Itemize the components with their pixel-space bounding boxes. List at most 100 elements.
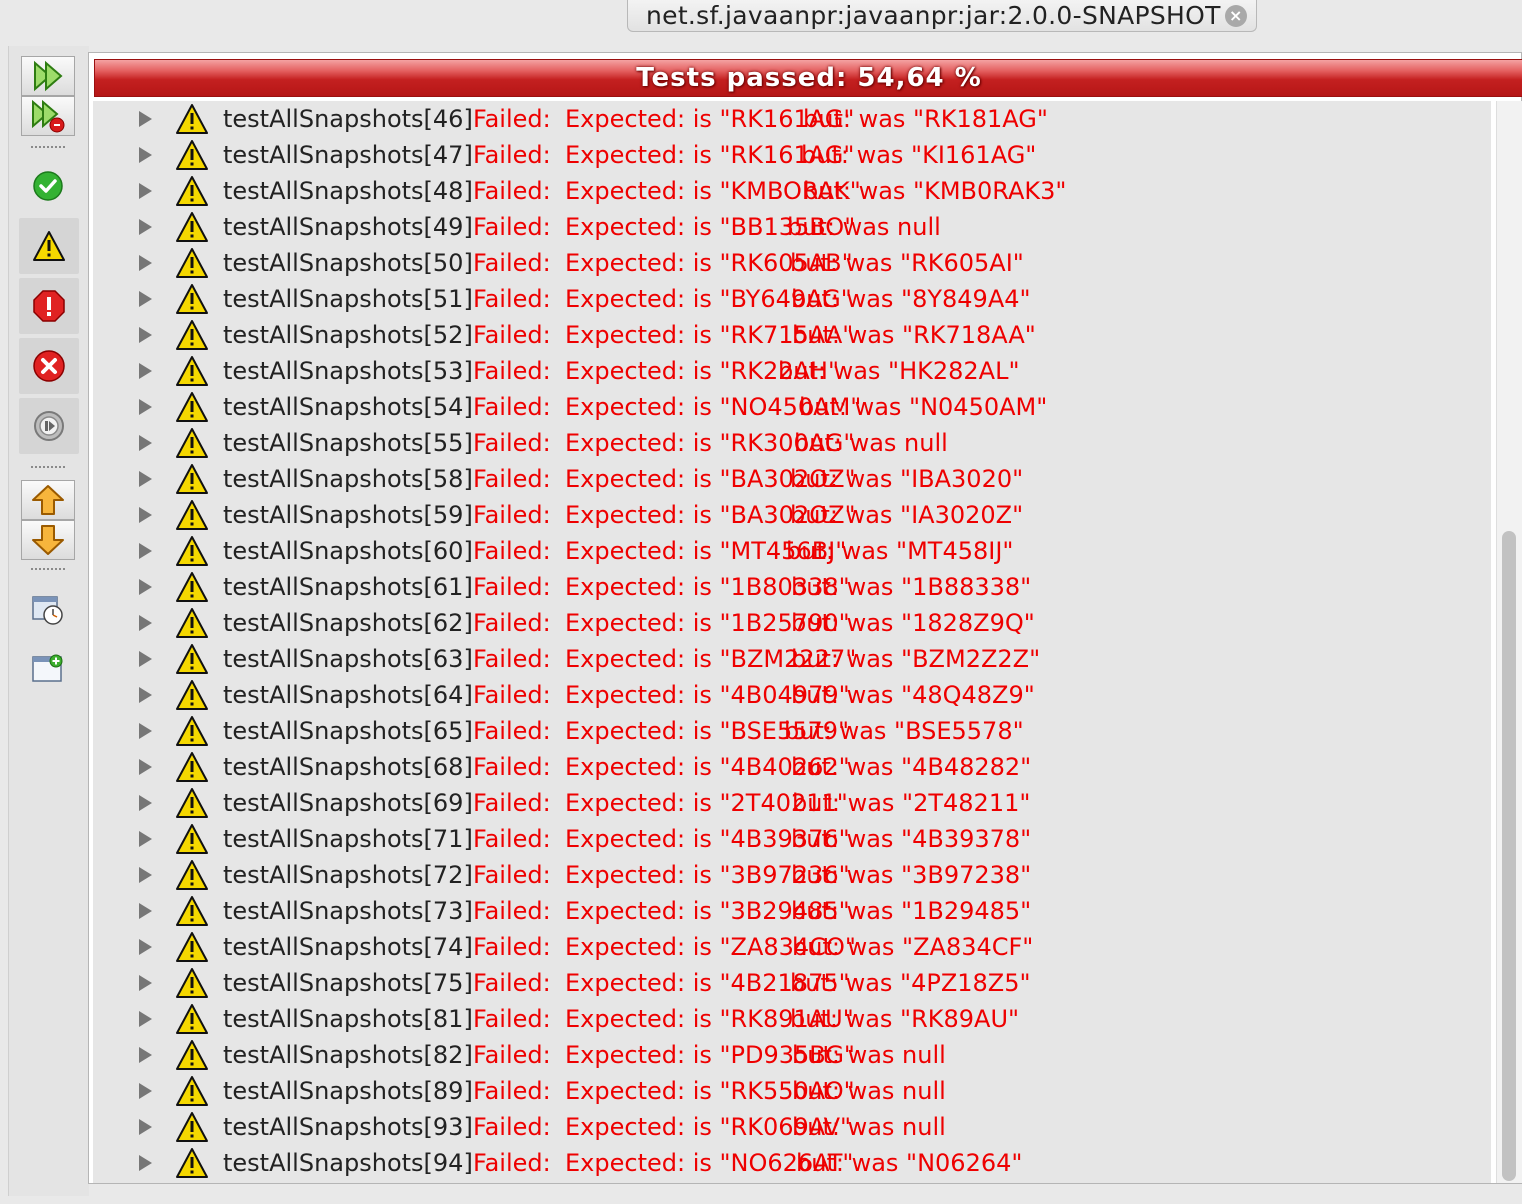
test-result-row[interactable]: testAllSnapshots[54] Failed: Expected: is … [93,389,1491,425]
test-result-row[interactable]: testAllSnapshots[51] Failed: Expected: is … [93,281,1491,317]
test-name: testAllSnapshots[61] [223,573,473,601]
check-icon [33,171,63,201]
test-status: Failed: [473,177,551,205]
expand-toggle-icon[interactable] [139,219,152,235]
expand-toggle-icon[interactable] [139,363,152,379]
test-name: testAllSnapshots[82] [223,1041,473,1069]
actual-value: but: was "KMB0RAK3" [803,177,1067,205]
test-result-row[interactable]: testAllSnapshots[60] Failed: Expected: is … [93,533,1491,569]
expand-toggle-icon[interactable] [139,615,152,631]
test-result-row[interactable]: testAllSnapshots[63] Failed: Expected: is … [93,641,1491,677]
scrollbar-thumb[interactable] [1502,531,1516,1181]
test-status: Failed: [473,141,551,169]
expand-toggle-icon[interactable] [139,399,152,415]
test-result-row[interactable]: testAllSnapshots[55] Failed: Expected: is … [93,425,1491,461]
test-result-row[interactable]: testAllSnapshots[61] Failed: Expected: is … [93,569,1491,605]
test-status: Failed: [473,825,551,853]
expand-toggle-icon[interactable] [139,975,152,991]
test-result-row[interactable]: testAllSnapshots[75] Failed: Expected: is … [93,965,1491,1001]
test-result-row[interactable]: testAllSnapshots[74] Failed: Expected: is … [93,929,1491,965]
expand-toggle-icon[interactable] [139,903,152,919]
actual-value: but: was null [792,1113,946,1141]
warning-icon [176,680,208,710]
test-history-button[interactable] [21,590,75,630]
expand-toggle-icon[interactable] [139,255,152,271]
next-failure-button[interactable] [21,520,75,560]
test-name: testAllSnapshots[52] [223,321,473,349]
test-result-row[interactable]: testAllSnapshots[69] Failed: Expected: is … [93,785,1491,821]
test-status: Failed: [473,429,551,457]
test-result-row[interactable]: testAllSnapshots[65] Failed: Expected: is … [93,713,1491,749]
expand-toggle-icon[interactable] [139,867,152,883]
test-status: Failed: [473,789,551,817]
expand-toggle-icon[interactable] [139,651,152,667]
test-result-row[interactable]: testAllSnapshots[59] Failed: Expected: is … [93,497,1491,533]
expand-toggle-icon[interactable] [139,183,152,199]
expand-toggle-icon[interactable] [139,543,152,559]
warning-icon [176,212,208,242]
show-errors-button[interactable] [19,338,79,394]
test-result-row[interactable]: testAllSnapshots[93] Failed: Expected: is … [93,1109,1491,1145]
test-result-row[interactable]: testAllSnapshots[46] Failed: Expected: is … [93,101,1491,137]
expand-toggle-icon[interactable] [139,1155,152,1171]
test-result-row[interactable]: testAllSnapshots[64] Failed: Expected: is … [93,677,1491,713]
test-name: testAllSnapshots[69] [223,789,473,817]
test-result-row[interactable]: testAllSnapshots[62] Failed: Expected: is … [93,605,1491,641]
warning-icon [176,608,208,638]
expand-toggle-icon[interactable] [139,579,152,595]
test-name: testAllSnapshots[58] [223,465,473,493]
test-result-row[interactable]: testAllSnapshots[49] Failed: Expected: is … [93,209,1491,245]
expand-toggle-icon[interactable] [139,1119,152,1135]
actual-value: but: was "48Q48Z9" [791,681,1035,709]
vertical-scrollbar[interactable] [1496,101,1522,1183]
expand-toggle-icon[interactable] [139,1047,152,1063]
actual-value: but: was "RK89AU" [790,1005,1020,1033]
expand-toggle-icon[interactable] [139,1011,152,1027]
test-result-row[interactable]: testAllSnapshots[82] Failed: Expected: is … [93,1037,1491,1073]
show-passed-button[interactable] [21,166,75,206]
test-result-row[interactable]: testAllSnapshots[58] Failed: Expected: is … [93,461,1491,497]
expand-toggle-icon[interactable] [139,327,152,343]
test-name: testAllSnapshots[81] [223,1005,473,1033]
expand-toggle-icon[interactable] [139,939,152,955]
test-result-row[interactable]: testAllSnapshots[48] Failed: Expected: is … [93,173,1491,209]
test-result-row[interactable]: testAllSnapshots[72] Failed: Expected: is … [93,857,1491,893]
show-failures-button[interactable] [19,278,79,334]
test-result-row[interactable]: testAllSnapshots[68] Failed: Expected: is … [93,749,1491,785]
rerun-all-button[interactable] [21,56,75,96]
test-results-tab[interactable]: net.sf.javaanpr:javaanpr:jar:2.0.0-SNAPS… [627,0,1257,32]
close-icon[interactable]: × [1224,4,1247,27]
test-name: testAllSnapshots[68] [223,753,473,781]
test-result-row[interactable]: testAllSnapshots[52] Failed: Expected: is … [93,317,1491,353]
test-result-row[interactable]: testAllSnapshots[53] Failed: Expected: is … [93,353,1491,389]
toolbar-separator [31,568,65,570]
expand-toggle-icon[interactable] [139,111,152,127]
expand-toggle-icon[interactable] [139,471,152,487]
rerun-failed-button[interactable] [21,96,75,136]
expand-toggle-icon[interactable] [139,687,152,703]
warning-icon [176,140,208,170]
test-result-row[interactable]: testAllSnapshots[94] Failed: Expected: is … [93,1145,1491,1181]
previous-failure-button[interactable] [21,480,75,520]
test-result-row[interactable]: testAllSnapshots[81] Failed: Expected: is … [93,1001,1491,1037]
expand-toggle-icon[interactable] [139,147,152,163]
expand-toggle-icon[interactable] [139,1083,152,1099]
new-tab-button[interactable] [21,648,75,688]
expand-toggle-icon[interactable] [139,507,152,523]
expand-toggle-icon[interactable] [139,435,152,451]
test-result-row[interactable]: testAllSnapshots[47] Failed: Expected: is … [93,137,1491,173]
show-skipped-button[interactable] [19,398,79,454]
test-name: testAllSnapshots[94] [223,1149,473,1177]
expand-toggle-icon[interactable] [139,723,152,739]
expand-toggle-icon[interactable] [139,831,152,847]
test-status: Failed: [473,1041,551,1069]
test-result-row[interactable]: testAllSnapshots[71] Failed: Expected: is … [93,821,1491,857]
expand-toggle-icon[interactable] [139,795,152,811]
test-result-row[interactable]: testAllSnapshots[89] Failed: Expected: is … [93,1073,1491,1109]
expand-toggle-icon[interactable] [139,291,152,307]
test-results-window: net.sf.javaanpr:javaanpr:jar:2.0.0-SNAPS… [0,0,1522,1204]
expand-toggle-icon[interactable] [139,759,152,775]
test-result-row[interactable]: testAllSnapshots[73] Failed: Expected: is … [93,893,1491,929]
test-result-row[interactable]: testAllSnapshots[50] Failed: Expected: is … [93,245,1491,281]
show-warnings-button[interactable] [19,218,79,274]
